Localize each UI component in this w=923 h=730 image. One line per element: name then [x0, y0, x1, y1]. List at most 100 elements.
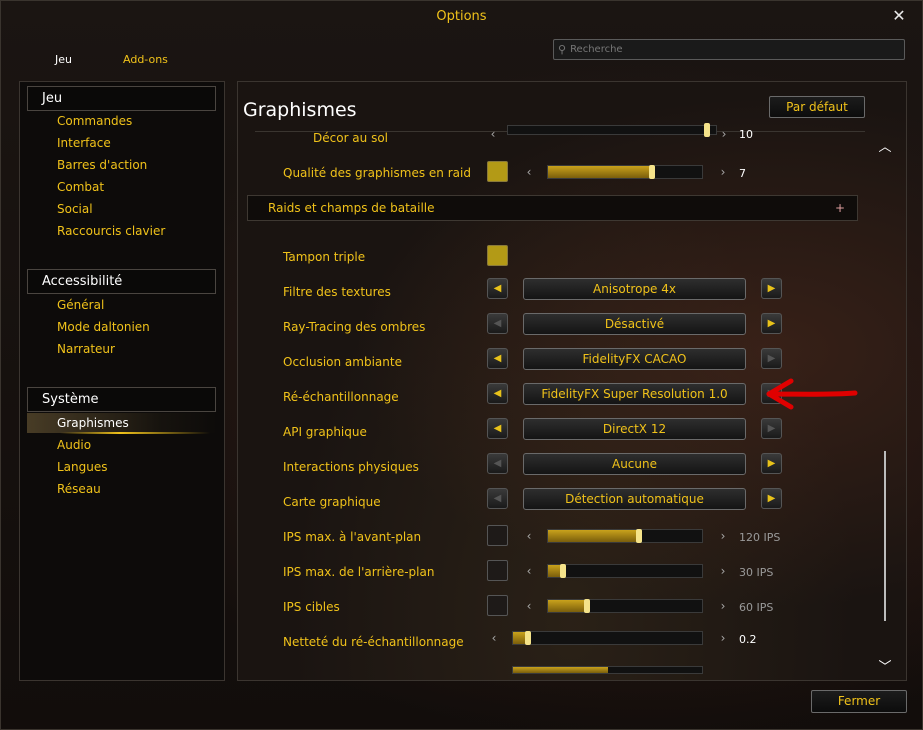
expand-icon[interactable]: + — [835, 196, 845, 220]
next-setting-fill — [513, 667, 608, 673]
raid-quality-thumb[interactable] — [649, 165, 655, 179]
tab-addons[interactable]: Add-ons — [123, 53, 168, 66]
sharpness-decrease-icon[interactable]: ‹ — [488, 631, 500, 645]
sidebar-item-langues[interactable]: Langues — [57, 460, 108, 474]
fps-foreground-fill — [548, 530, 638, 542]
red-annotation-arrow-icon — [766, 378, 858, 410]
ambient-occlusion-dropdown[interactable]: FidelityFX CACAO — [523, 348, 746, 370]
fps-target-label: IPS cibles — [283, 600, 340, 614]
texture-filter-next-icon[interactable]: ▶ — [761, 278, 782, 299]
raids-section-header[interactable]: Raids et champs de bataille + — [247, 195, 858, 221]
sidebar-item-raccourcis[interactable]: Raccourcis clavier — [57, 224, 165, 238]
physics-next-icon[interactable]: ▶ — [761, 453, 782, 474]
tab-jeu[interactable]: Jeu — [55, 53, 72, 66]
sidebar-item-interface[interactable]: Interface — [57, 136, 111, 150]
raids-section-label: Raids et champs de bataille — [268, 201, 435, 215]
fps-foreground-slider[interactable] — [547, 529, 703, 543]
decor-slider[interactable] — [507, 123, 717, 137]
scrollbar[interactable] — [884, 451, 886, 621]
sharpness-thumb[interactable] — [525, 631, 531, 645]
sharpness-value: 0.2 — [739, 633, 757, 646]
fps-foreground-checkbox[interactable] — [487, 525, 508, 546]
raid-quality-value: 7 — [739, 167, 746, 180]
selection-underline — [60, 432, 210, 434]
decor-increase-icon[interactable]: › — [718, 127, 730, 141]
triple-buffer-label: Tampon triple — [283, 250, 366, 264]
scroll-down-icon[interactable]: ﹀ — [877, 656, 893, 675]
graphics-card-dropdown[interactable]: Détection automatique — [523, 488, 746, 510]
ambient-occlusion-label: Occlusion ambiante — [283, 355, 402, 369]
raytracing-prev-icon[interactable]: ◀ — [487, 313, 508, 334]
category-header-jeu[interactable]: Jeu — [27, 86, 216, 111]
resampling-label: Ré-échantillonnage — [283, 390, 399, 404]
physics-dropdown[interactable]: Aucune — [523, 453, 746, 475]
fps-background-thumb[interactable] — [560, 564, 566, 578]
search-input[interactable] — [570, 44, 891, 55]
fps-target-checkbox[interactable] — [487, 595, 508, 616]
next-setting-slider[interactable] — [512, 666, 703, 674]
decor-value: 10 — [739, 128, 753, 141]
sidebar-item-daltonien[interactable]: Mode daltonien — [57, 320, 150, 334]
fps-foreground-decrease-icon[interactable]: ‹ — [523, 529, 535, 543]
sidebar-item-commandes[interactable]: Commandes — [57, 114, 132, 128]
fps-foreground-thumb[interactable] — [636, 529, 642, 543]
sidebar-item-general[interactable]: Général — [57, 298, 104, 312]
sidebar-item-combat[interactable]: Combat — [57, 180, 104, 194]
raytracing-label: Ray-Tracing des ombres — [283, 320, 426, 334]
raid-quality-fill — [548, 166, 652, 178]
raid-quality-checkbox[interactable] — [487, 161, 508, 182]
ambient-occlusion-prev-icon[interactable]: ◀ — [487, 348, 508, 369]
fps-target-thumb[interactable] — [584, 599, 590, 613]
category-sidebar: Jeu Commandes Interface Barres d'action … — [19, 81, 225, 681]
raytracing-next-icon[interactable]: ▶ — [761, 313, 782, 334]
fps-background-increase-icon[interactable]: › — [717, 564, 729, 578]
graphics-card-prev-icon[interactable]: ◀ — [487, 488, 508, 509]
fps-background-value: 30 IPS — [739, 566, 774, 579]
physics-prev-icon[interactable]: ◀ — [487, 453, 508, 474]
graphics-api-label: API graphique — [283, 425, 367, 439]
decor-decrease-icon[interactable]: ‹ — [487, 127, 499, 141]
graphics-card-next-icon[interactable]: ▶ — [761, 488, 782, 509]
resampling-dropdown[interactable]: FidelityFX Super Resolution 1.0 — [523, 383, 746, 405]
graphics-api-dropdown[interactable]: DirectX 12 — [523, 418, 746, 440]
fps-target-increase-icon[interactable]: › — [717, 599, 729, 613]
scroll-up-icon[interactable]: ︿ — [877, 136, 893, 155]
fps-target-fill — [548, 600, 587, 612]
fps-target-decrease-icon[interactable]: ‹ — [523, 599, 535, 613]
sidebar-item-narrateur[interactable]: Narrateur — [57, 342, 115, 356]
sharpness-increase-icon[interactable]: › — [717, 631, 729, 645]
resampling-prev-icon[interactable]: ◀ — [487, 383, 508, 404]
fps-target-value: 60 IPS — [739, 601, 774, 614]
close-icon[interactable]: ✕ — [890, 7, 908, 25]
sharpness-slider[interactable] — [512, 631, 703, 645]
graphics-api-next-icon[interactable]: ▶ — [761, 418, 782, 439]
triple-buffer-checkbox[interactable] — [487, 245, 508, 266]
raytracing-dropdown[interactable]: Désactivé — [523, 313, 746, 335]
sidebar-item-social[interactable]: Social — [57, 202, 93, 216]
ambient-occlusion-next-icon[interactable]: ▶ — [761, 348, 782, 369]
fps-foreground-increase-icon[interactable]: › — [717, 529, 729, 543]
raid-quality-decrease-icon[interactable]: ‹ — [523, 165, 535, 179]
sidebar-item-reseau[interactable]: Réseau — [57, 482, 101, 496]
close-button[interactable]: Fermer — [811, 690, 907, 713]
physics-label: Interactions physiques — [283, 460, 419, 474]
fps-target-slider[interactable] — [547, 599, 703, 613]
default-button[interactable]: Par défaut — [769, 96, 865, 118]
search-box[interactable]: ⚲ — [553, 39, 905, 60]
sidebar-item-graphismes[interactable]: Graphismes — [57, 416, 129, 430]
fps-background-decrease-icon[interactable]: ‹ — [523, 564, 535, 578]
decor-slider-thumb[interactable] — [704, 123, 710, 137]
sidebar-item-barres-action[interactable]: Barres d'action — [57, 158, 147, 172]
fps-foreground-label: IPS max. à l'avant-plan — [283, 530, 422, 544]
raid-quality-increase-icon[interactable]: › — [717, 165, 729, 179]
raid-quality-slider[interactable] — [547, 165, 703, 179]
category-header-accessibilite[interactable]: Accessibilité — [27, 269, 216, 294]
graphics-card-label: Carte graphique — [283, 495, 381, 509]
category-header-systeme[interactable]: Système — [27, 387, 216, 412]
graphics-api-prev-icon[interactable]: ◀ — [487, 418, 508, 439]
fps-background-slider[interactable] — [547, 564, 703, 578]
fps-background-checkbox[interactable] — [487, 560, 508, 581]
sidebar-item-audio[interactable]: Audio — [57, 438, 91, 452]
texture-filter-dropdown[interactable]: Anisotrope 4x — [523, 278, 746, 300]
texture-filter-prev-icon[interactable]: ◀ — [487, 278, 508, 299]
